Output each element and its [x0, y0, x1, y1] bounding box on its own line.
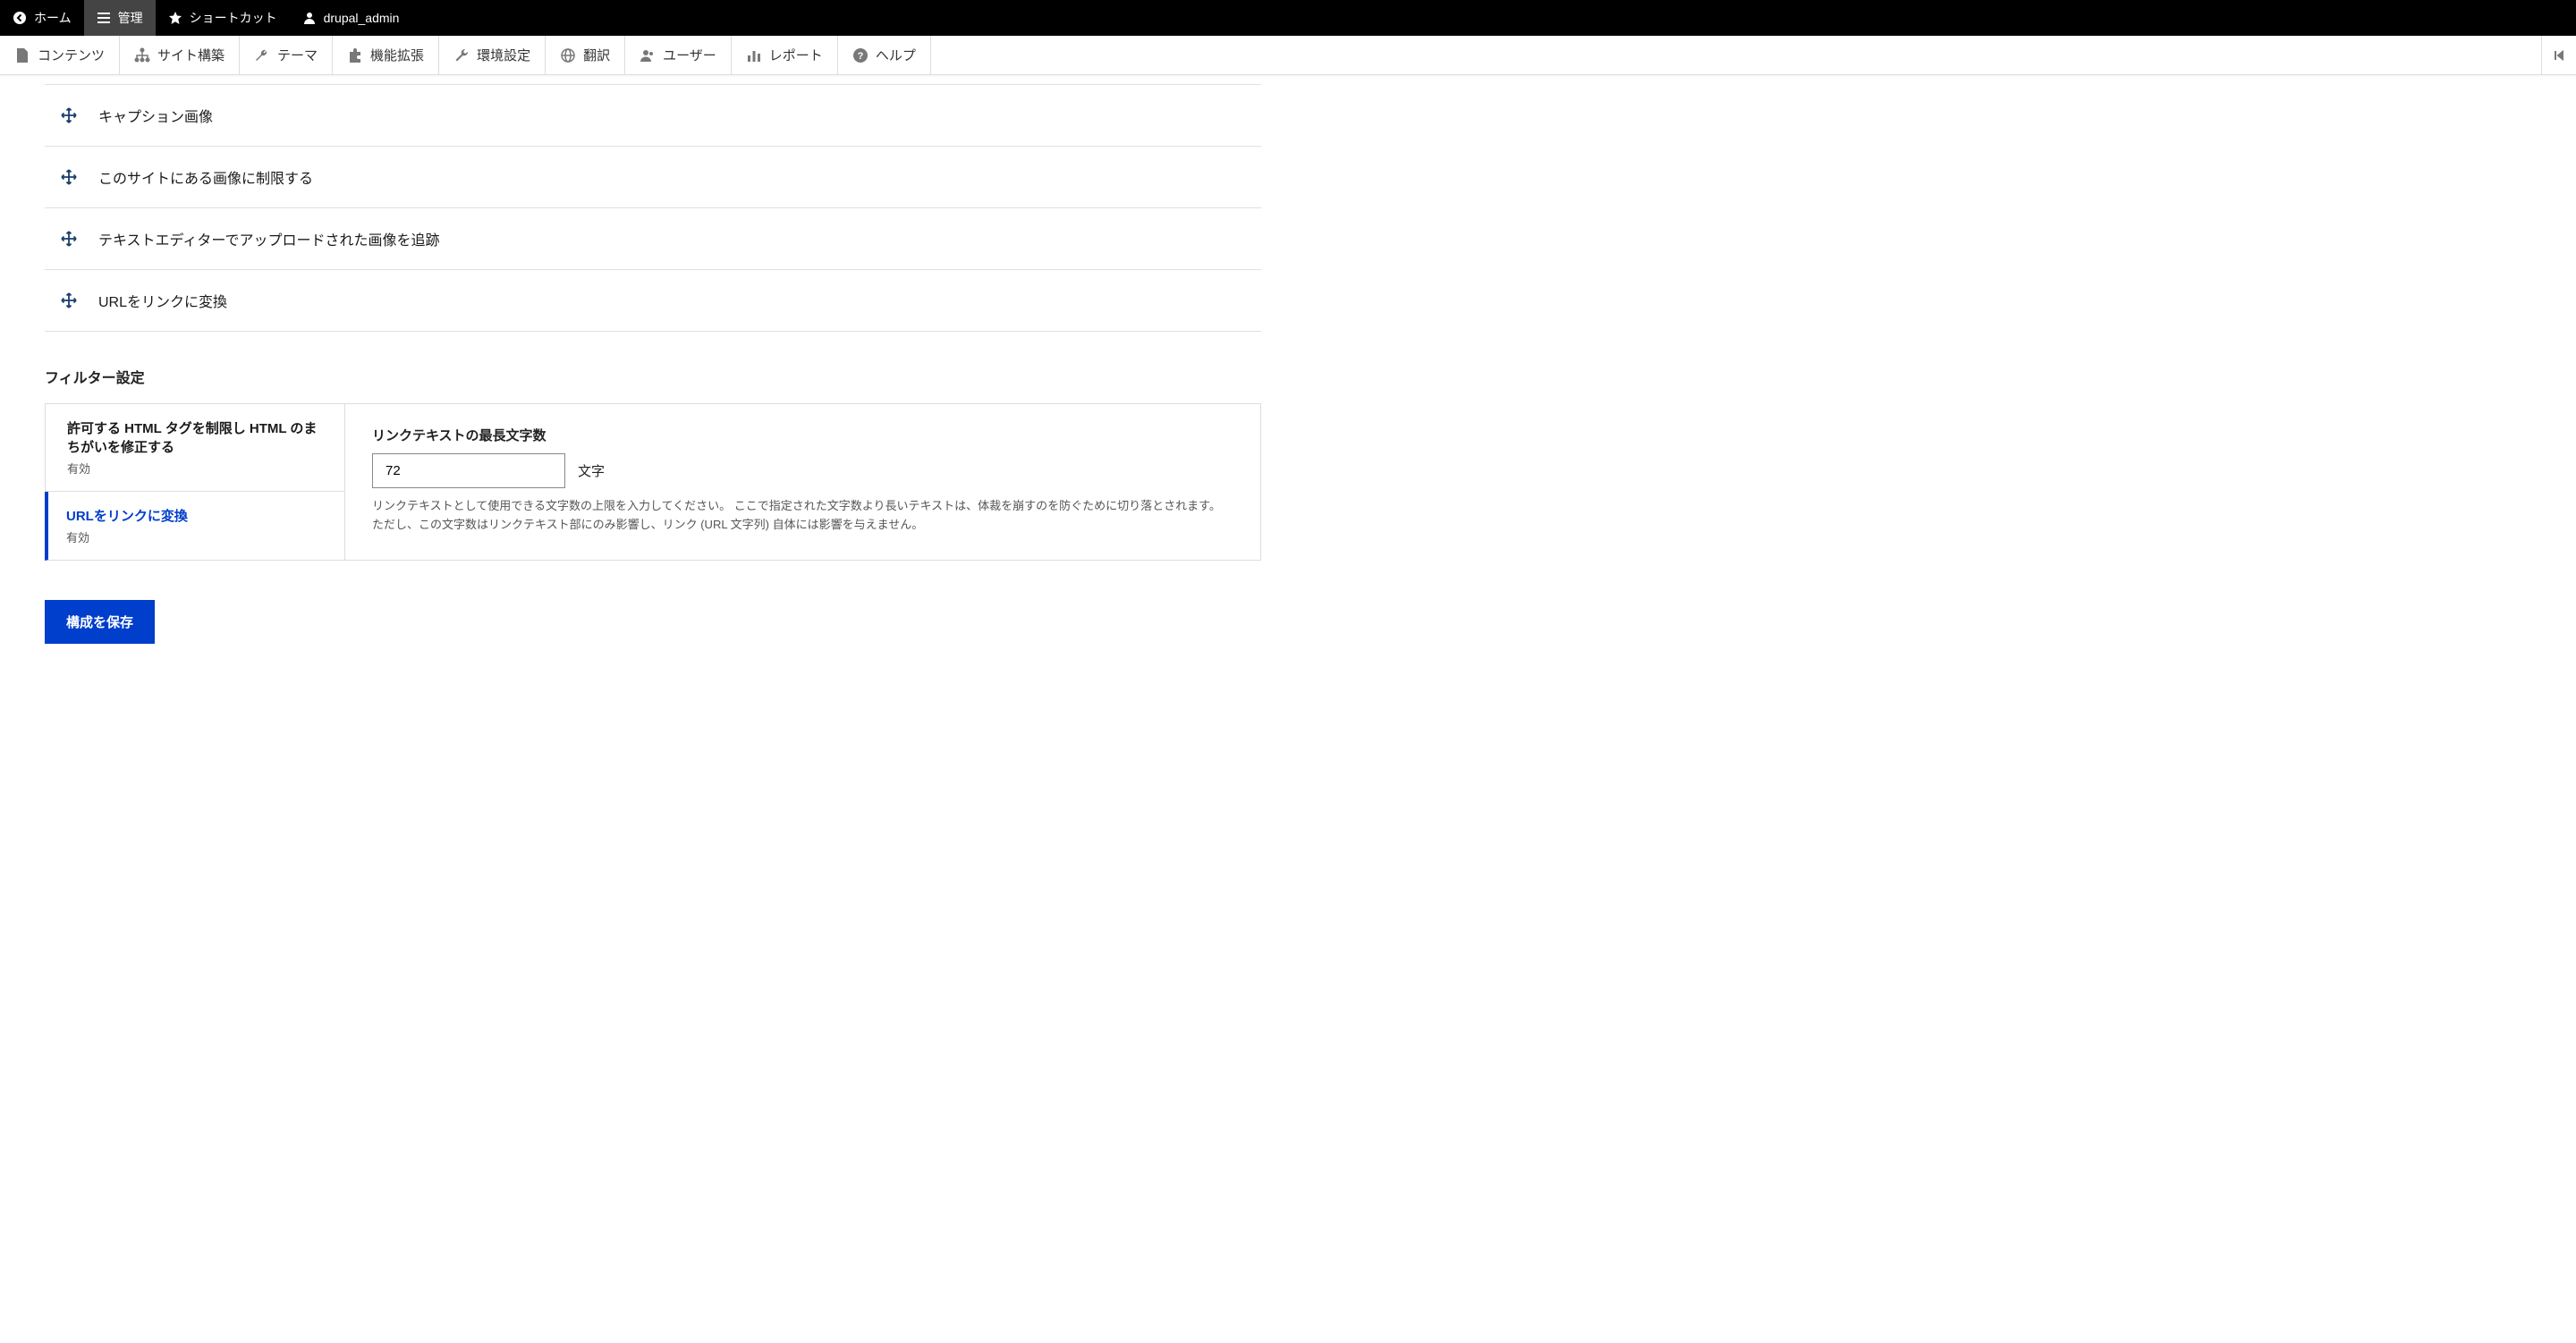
globe-icon — [560, 47, 576, 63]
wrench-icon — [254, 47, 270, 63]
tab-restrict-html[interactable]: 許可する HTML タグを制限し HTML のまちがいを修正する 有効 — [45, 404, 345, 492]
tab-title: URLをリンクに変換 — [66, 506, 323, 525]
barchart-icon — [746, 47, 762, 63]
nav-extend-label: 機能拡張 — [370, 46, 424, 64]
nav-appearance-label: テーマ — [277, 46, 318, 64]
content-region: キャプション画像 このサイトにある画像に制限する テキストエディターでアップロー… — [0, 84, 1306, 697]
nav-appearance[interactable]: テーマ — [240, 36, 333, 74]
toolbar-home-label: ホーム — [34, 9, 72, 27]
filter-label: キャプション画像 — [98, 105, 213, 126]
save-button[interactable]: 構成を保存 — [45, 600, 155, 644]
tabs-wrap: 許可する HTML タグを制限し HTML のまちがいを修正する 有効 URLを… — [45, 403, 1261, 561]
nav-content-label: コンテンツ — [38, 46, 105, 64]
svg-text:?: ? — [857, 51, 863, 62]
toolbar-manage-label: 管理 — [118, 9, 143, 27]
drag-handle-icon[interactable] — [61, 169, 77, 185]
nav-config-label: 環境設定 — [477, 46, 530, 64]
section-heading: フィルター設定 — [45, 366, 1261, 387]
nav-people-label: ユーザー — [663, 46, 716, 64]
nav-reports-label: レポート — [769, 46, 823, 64]
star-icon — [168, 11, 182, 25]
tab-status: 有効 — [66, 528, 323, 545]
nav-structure[interactable]: サイト構築 — [120, 36, 240, 74]
filter-row[interactable]: このサイトにある画像に制限する — [45, 147, 1261, 208]
drag-handle-icon[interactable] — [61, 292, 77, 308]
wrench-icon — [453, 47, 470, 63]
user-icon — [302, 11, 317, 25]
collapse-icon — [2551, 47, 2567, 63]
max-link-length-input[interactable] — [372, 453, 565, 488]
tab-panel: リンクテキストの最長文字数 文字 リンクテキストとして使用できる文字数の上限を入… — [345, 403, 1261, 561]
nav-content[interactable]: コンテンツ — [0, 36, 120, 74]
filter-label: テキストエディターでアップロードされた画像を追跡 — [98, 228, 439, 249]
field-description: リンクテキストとして使用できる文字数の上限を入力してください。 ここで指定された… — [372, 497, 1233, 535]
nav-help[interactable]: ? ヘルプ — [838, 36, 931, 74]
nav-spacer — [931, 36, 2542, 74]
hamburger-icon — [97, 11, 111, 25]
filter-label: このサイトにある画像に制限する — [98, 166, 313, 188]
tab-status: 有効 — [67, 460, 323, 477]
toolbar-user-label: drupal_admin — [324, 11, 400, 25]
user-icon — [640, 47, 656, 63]
nav-translate[interactable]: 翻訳 — [546, 36, 625, 74]
nav-config[interactable]: 環境設定 — [439, 36, 546, 74]
nav-people[interactable]: ユーザー — [625, 36, 732, 74]
filter-list: キャプション画像 このサイトにある画像に制限する テキストエディターでアップロー… — [45, 84, 1261, 332]
tab-title: 許可する HTML タグを制限し HTML のまちがいを修正する — [67, 418, 323, 456]
hierarchy-icon — [134, 47, 150, 63]
field-row: 文字 — [372, 453, 1233, 488]
field-label: リンクテキストの最長文字数 — [372, 426, 1233, 444]
toolbar-manage[interactable]: 管理 — [84, 0, 156, 36]
drag-handle-icon[interactable] — [61, 231, 77, 247]
back-icon — [13, 11, 27, 25]
nav-help-label: ヘルプ — [876, 46, 916, 64]
filter-row[interactable]: URLをリンクに変換 — [45, 270, 1261, 332]
tab-url-to-link[interactable]: URLをリンクに変換 有効 — [45, 492, 345, 561]
nav-extend[interactable]: 機能拡張 — [333, 36, 439, 74]
document-icon — [14, 47, 30, 63]
toolbar-shortcuts[interactable]: ショートカット — [156, 0, 290, 36]
toolbar-home[interactable]: ホーム — [0, 0, 84, 36]
nav-structure-label: サイト構築 — [157, 46, 225, 64]
drag-handle-icon[interactable] — [61, 107, 77, 123]
help-icon: ? — [852, 47, 869, 63]
admin-nav: コンテンツ サイト構築 テーマ 機能拡張 環境設定 翻訳 ユーザー — [0, 36, 2576, 75]
nav-collapse[interactable] — [2542, 36, 2576, 74]
top-toolbar: ホーム 管理 ショートカット drupal_admin — [0, 0, 2576, 36]
toolbar-user[interactable]: drupal_admin — [290, 0, 412, 36]
tabs-column: 許可する HTML タグを制限し HTML のまちがいを修正する 有効 URLを… — [45, 403, 345, 561]
field-suffix: 文字 — [578, 461, 605, 480]
filter-row[interactable]: テキストエディターでアップロードされた画像を追跡 — [45, 208, 1261, 270]
nav-translate-label: 翻訳 — [583, 46, 610, 64]
toolbar-shortcuts-label: ショートカット — [190, 9, 277, 27]
puzzle-icon — [347, 47, 363, 63]
filter-label: URLをリンクに変換 — [98, 290, 227, 311]
nav-reports[interactable]: レポート — [732, 36, 838, 74]
filter-row[interactable]: キャプション画像 — [45, 84, 1261, 147]
